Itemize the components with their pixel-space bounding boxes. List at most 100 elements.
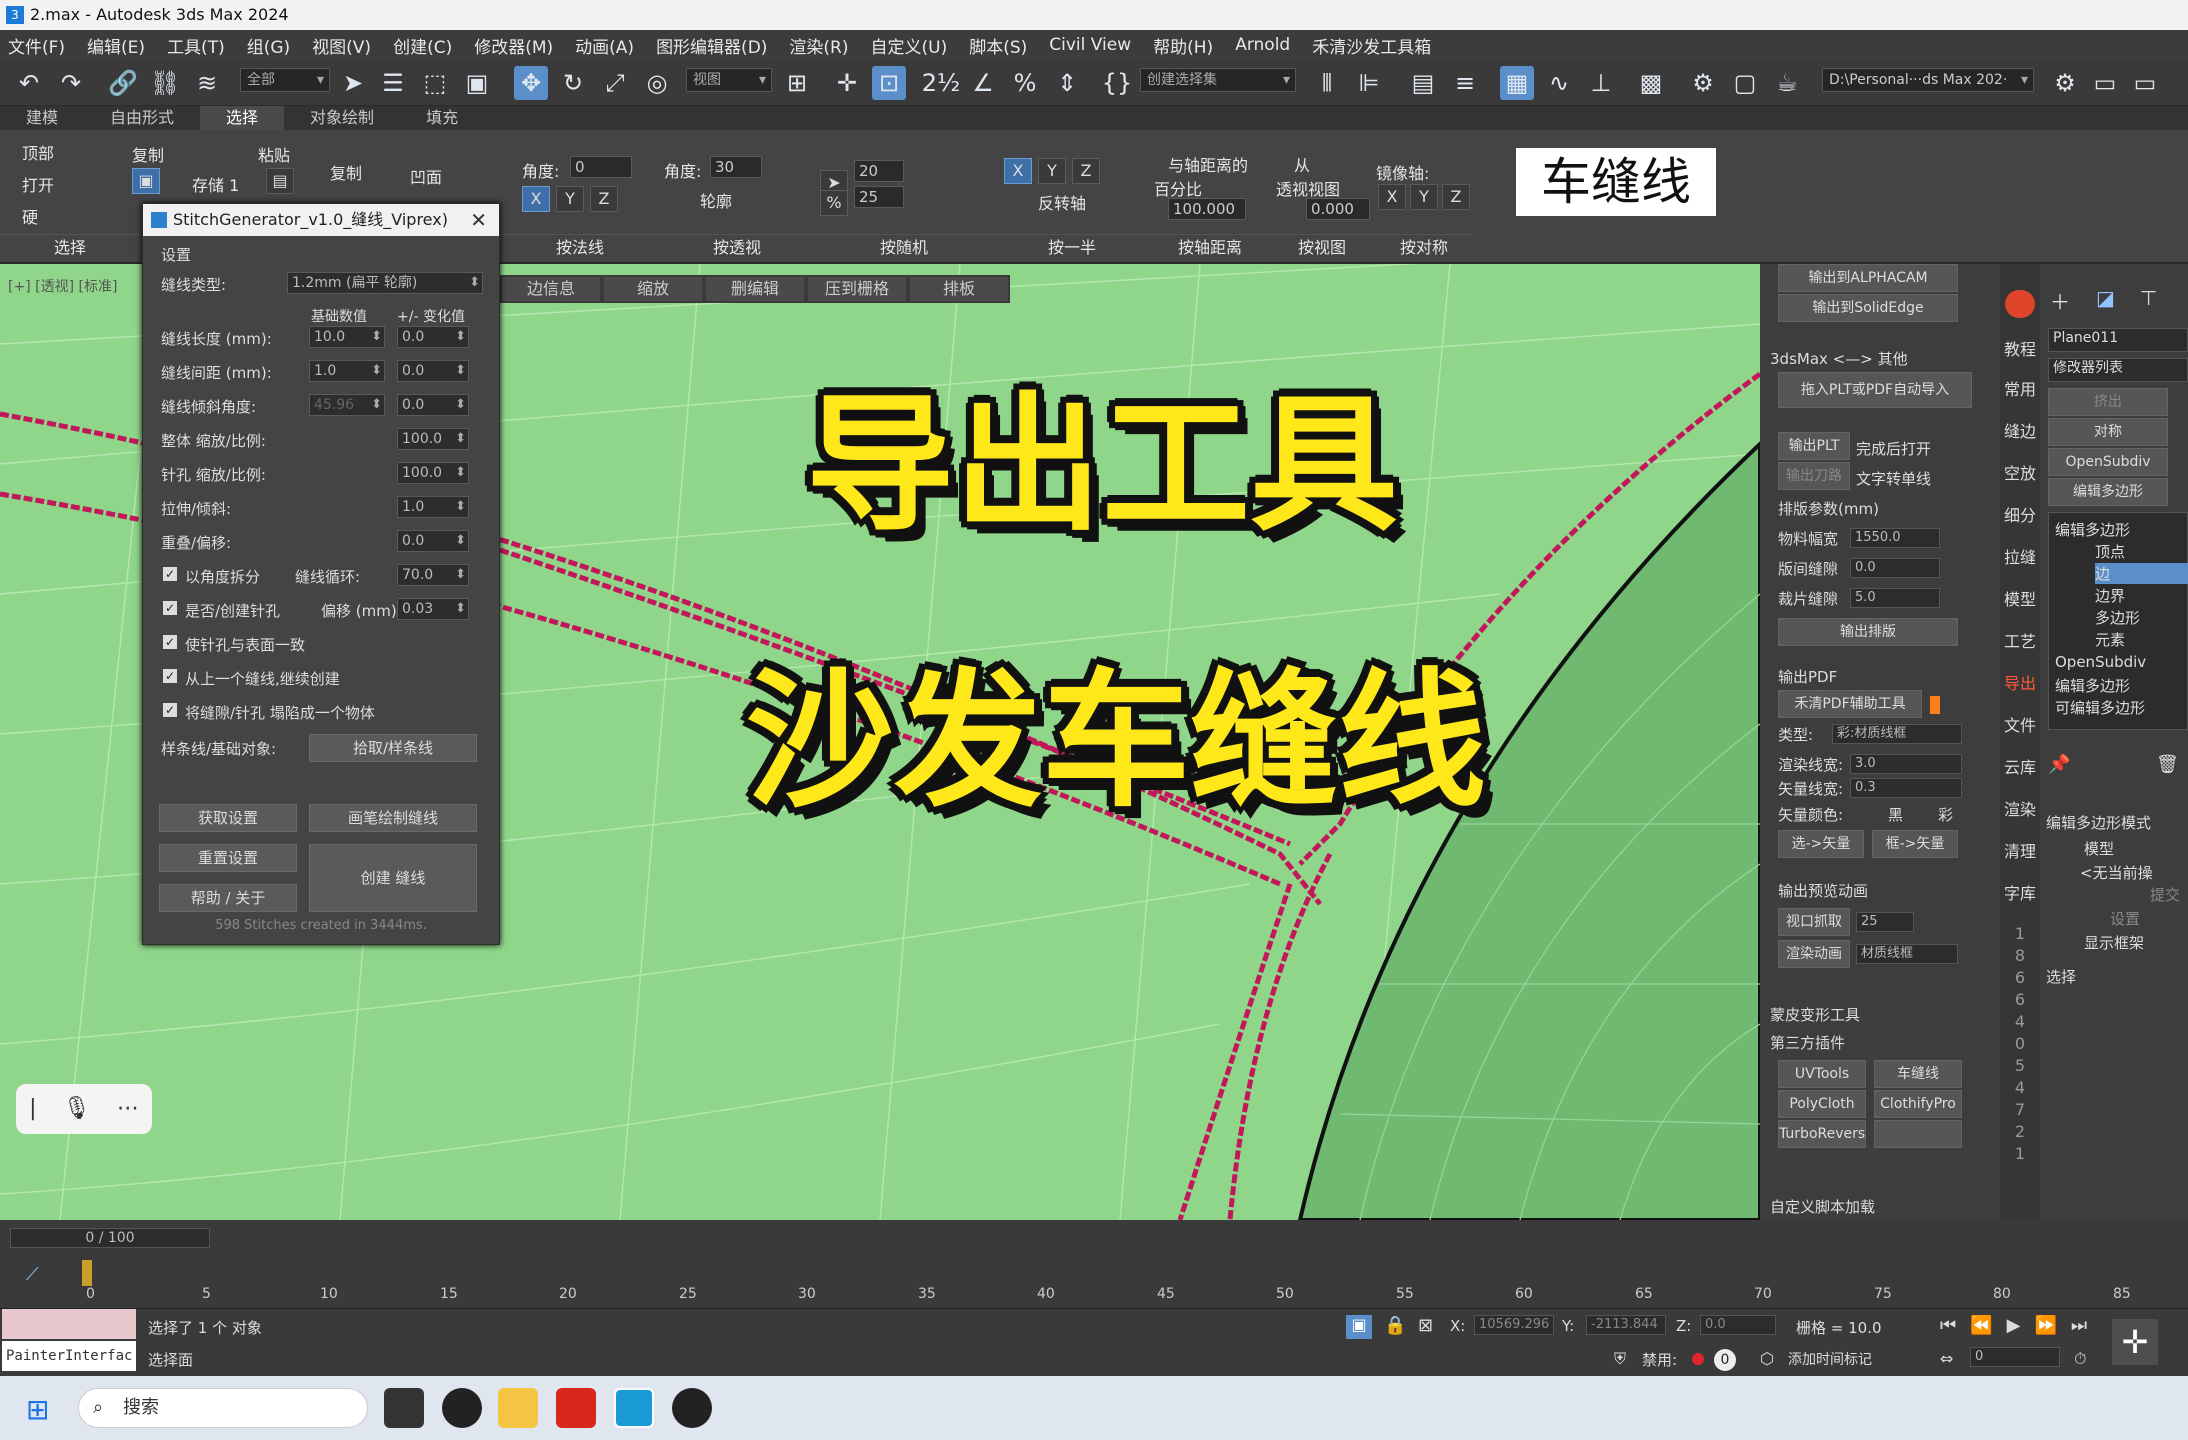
modifier-list-dropdown[interactable]: 修改器列表: [2048, 358, 2188, 382]
angle2-spinner[interactable]: 30: [710, 156, 762, 178]
reset-settings-button[interactable]: 重置设置: [159, 844, 297, 872]
tab-selection[interactable]: 选择: [200, 106, 285, 130]
hole-scale-spinner[interactable]: 100.0: [397, 462, 469, 484]
show-frame-checkbox[interactable]: 显示框架: [2084, 932, 2144, 953]
rotate-icon[interactable]: ↻: [556, 66, 590, 100]
taskbar-search-box[interactable]: ⌕ 搜索: [78, 1388, 368, 1428]
menu-edit[interactable]: 编辑(E): [87, 33, 145, 58]
anim-type-dropdown[interactable]: 材质线框: [1856, 944, 1958, 964]
mat-width-field[interactable]: 1550.0: [1850, 528, 1940, 548]
edit-poly-button[interactable]: 编辑多边形: [2048, 478, 2168, 506]
windows-start-icon[interactable]: ⊞: [26, 1394, 58, 1426]
time-config-icon[interactable]: ⏱: [2074, 1349, 2086, 1369]
create-tab-icon[interactable]: ＋: [2050, 286, 2070, 315]
create-stitch-button[interactable]: 创建 缝线: [309, 844, 477, 912]
menu-arnold[interactable]: Arnold: [1235, 35, 1290, 55]
opensubdiv-button[interactable]: OpenSubdiv: [2048, 448, 2168, 476]
curve-editor-icon[interactable]: ∿: [1542, 66, 1576, 100]
voice-input-widget[interactable]: | 🎙 ⋯: [16, 1084, 152, 1134]
rendered-frame-icon[interactable]: ▢: [1728, 66, 1762, 100]
menu-graph-editors[interactable]: 图形编辑器(D): [656, 33, 767, 58]
mirror-z-button[interactable]: Z: [1442, 184, 1470, 210]
menu-create[interactable]: 创建(C): [393, 33, 452, 58]
zoom-extents-icon[interactable]: ✛: [2112, 1319, 2158, 1365]
tab-object-paint[interactable]: 对象绘制: [284, 106, 400, 130]
side-tab-tutorial[interactable]: 教程: [2000, 336, 2040, 360]
render-anim-button[interactable]: 渲染动画: [1778, 940, 1850, 968]
copy-selection-icon[interactable]: ▣: [132, 168, 160, 194]
modify-tab-icon[interactable]: ◪: [2096, 286, 2115, 310]
window-crossing-icon[interactable]: ▣: [460, 66, 494, 100]
brush-draw-button[interactable]: 画笔绘制缝线: [309, 804, 477, 832]
file-explorer-icon[interactable]: [498, 1388, 538, 1428]
spinner-snap-icon[interactable]: ⇕: [1050, 66, 1084, 100]
stack-editable-poly[interactable]: 可编辑多边形: [2055, 697, 2145, 718]
morph-tools-rollout[interactable]: 蒙皮变形工具: [1770, 1004, 1860, 1025]
side-tab-render[interactable]: 渲染: [2000, 796, 2040, 820]
vp-tab-delete-edit[interactable]: 删编辑: [706, 277, 804, 301]
menu-views[interactable]: 视图(V): [312, 33, 371, 58]
layer-explorer-icon[interactable]: ▤: [1406, 66, 1440, 100]
workspace-icon[interactable]: ▭: [2088, 66, 2122, 100]
rect-select-icon[interactable]: ⬚: [418, 66, 452, 100]
unlink-icon[interactable]: ⛓: [148, 66, 182, 100]
side-tab-craft[interactable]: 工艺: [2000, 628, 2040, 652]
undo-icon[interactable]: ↶: [12, 66, 46, 100]
track-bar[interactable]: ⟋ 0 5 10 15 20 25 30 35 40 45 50 55 60 6…: [0, 1256, 2188, 1308]
stitch-spacing-base[interactable]: 1.0: [309, 360, 385, 382]
side-tab-empty[interactable]: 空放: [2000, 460, 2040, 484]
mirror-x-button[interactable]: X: [1378, 184, 1406, 210]
get-settings-button[interactable]: 获取设置: [159, 804, 297, 832]
side-tab-model[interactable]: 模型: [2000, 586, 2040, 610]
viewport-label[interactable]: [+] [透视] [标准]: [8, 276, 117, 296]
keyboard-shortcut-icon[interactable]: ⊡: [872, 66, 906, 100]
uvtools-button[interactable]: UVTools: [1778, 1060, 1866, 1088]
isolate-icon[interactable]: ▣: [1346, 1315, 1372, 1339]
reverse-axis-label[interactable]: 反转轴: [1038, 190, 1086, 214]
vp-tab-layout[interactable]: 排板: [910, 277, 1008, 301]
redo-icon[interactable]: ↷: [54, 66, 88, 100]
export-solidedge-button[interactable]: 输出到SolidEdge: [1778, 294, 1958, 322]
menu-tools[interactable]: 工具(T): [167, 33, 225, 58]
axis-y-button[interactable]: Y: [556, 186, 584, 212]
time-slider[interactable]: 0 / 100: [0, 1220, 2188, 1256]
3dsmax-taskbar-icon[interactable]: [614, 1388, 654, 1428]
ribbon-copy2-label[interactable]: 复制: [330, 160, 362, 184]
ribbon-copy-label[interactable]: 复制: [132, 142, 164, 166]
stack-edge[interactable]: 边: [2095, 563, 2188, 584]
type-dropdown[interactable]: 彩:材质线框: [1832, 724, 1962, 744]
bind-space-warp-icon[interactable]: ≋: [190, 66, 224, 100]
stack-edit-poly[interactable]: 编辑多边形: [2055, 519, 2130, 540]
turboreverse-button[interactable]: TurboReverse: [1778, 1120, 1866, 1148]
half-y-button[interactable]: Y: [1038, 158, 1066, 184]
vp-tab-snap-grid[interactable]: 压到栅格: [808, 277, 906, 301]
export-layout-button[interactable]: 输出排版: [1778, 618, 1958, 646]
stitch-plugin-button[interactable]: 车缝线: [1874, 1060, 1962, 1088]
ribbon-top-label[interactable]: 顶部: [22, 140, 54, 164]
concave-label[interactable]: 凹面: [410, 164, 442, 188]
side-tab-subdiv[interactable]: 细分: [2000, 502, 2040, 526]
scale-icon[interactable]: ⤢: [598, 66, 632, 100]
grab-fps-field[interactable]: 25: [1856, 912, 1914, 932]
stitch-angle-var[interactable]: 0.0: [397, 394, 469, 416]
y-coord-field[interactable]: -2113.844: [1586, 1315, 1666, 1335]
manipulate-icon[interactable]: ✛: [830, 66, 864, 100]
axis-z-button[interactable]: Z: [590, 186, 618, 212]
pin-icon[interactable]: 📌: [2048, 754, 2070, 775]
menu-rendering[interactable]: 渲染(R): [789, 33, 848, 58]
third-party-rollout[interactable]: 第三方插件: [1770, 1032, 1845, 1053]
pdf-tool-button[interactable]: 禾清PDF辅助工具: [1778, 690, 1922, 718]
commit-button[interactable]: 提交: [2150, 884, 2180, 905]
time-marker[interactable]: [82, 1260, 92, 1286]
offset-spinner[interactable]: 0.03: [397, 598, 469, 620]
mirror-icon[interactable]: ⫴: [1310, 66, 1344, 100]
toggle-ribbon-icon[interactable]: ≡: [1448, 66, 1482, 100]
vp-tab-scale[interactable]: 缩放: [604, 277, 702, 301]
store-slot-label[interactable]: 存储 1: [192, 172, 239, 196]
angle-spinner[interactable]: 0: [570, 156, 632, 178]
menu-modifiers[interactable]: 修改器(M): [474, 33, 553, 58]
persp-spinner[interactable]: 0.000: [1306, 198, 1370, 220]
stitch-length-base[interactable]: 10.0: [309, 326, 385, 348]
side-tab-common[interactable]: 常用: [2000, 376, 2040, 400]
outline-label[interactable]: 轮廓: [700, 188, 732, 212]
